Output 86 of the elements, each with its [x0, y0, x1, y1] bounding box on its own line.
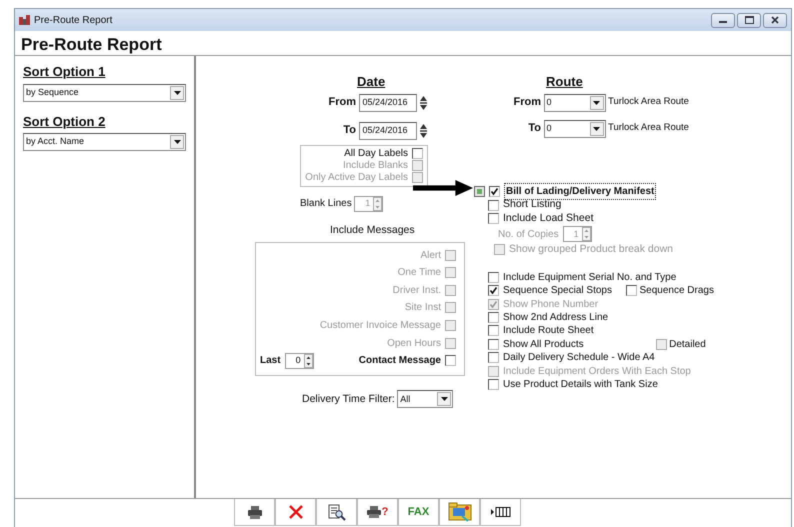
checkbox[interactable]	[626, 285, 637, 296]
checkbox-label: Detailed	[669, 338, 706, 352]
app-icon	[19, 15, 30, 25]
checkbox-label: Short Listing	[503, 197, 562, 212]
checkbox-label: Show 2nd Address Line	[503, 311, 608, 326]
checkbox[interactable]	[488, 352, 499, 364]
field-label: No. of Copies	[498, 228, 559, 242]
checkbox[interactable]	[488, 213, 499, 224]
checkbox-label: Include Equipment Orders With Each Stop	[503, 364, 691, 379]
checkbox-label: Use Product Details with Tank Size	[503, 378, 658, 392]
checkbox-label: Bill of Lading/Delivery Manifest	[504, 182, 656, 200]
route-name: Turlock Area Route	[608, 95, 689, 110]
checkbox[interactable]	[488, 325, 499, 336]
document-magnifier-icon	[328, 504, 346, 520]
checkbox[interactable]	[488, 312, 499, 324]
report-heading: Pre-Route Report	[20, 34, 163, 55]
checkbox-label: Alert	[420, 248, 441, 263]
route-dropdown[interactable]: 0	[544, 120, 606, 138]
columns-icon	[490, 507, 510, 517]
checkbox-label: Contact Message	[358, 354, 441, 368]
checkbox[interactable]	[488, 285, 499, 296]
sort-option-label: Sort Option 1	[23, 63, 106, 81]
checkbox[interactable]	[488, 338, 499, 350]
close-button[interactable]	[763, 12, 787, 28]
fax-button[interactable]: FAX	[398, 499, 439, 526]
pointer-arrow	[413, 180, 473, 196]
checkbox[interactable]	[489, 186, 500, 196]
minimize-button[interactable]	[711, 12, 735, 28]
checkbox-label: Driver Inst.	[392, 284, 441, 298]
field-label: Delivery Time Filter:	[302, 392, 395, 407]
checkbox-label: Include Route Sheet	[503, 324, 594, 338]
field-label: From	[512, 95, 541, 110]
report-icon[interactable]	[474, 186, 485, 196]
printer-icon	[246, 506, 262, 518]
preview-button[interactable]	[316, 499, 357, 526]
route-name: Turlock Area Route	[608, 121, 689, 136]
field-label: Last	[260, 354, 281, 368]
checkbox-label: Customer Invoice Message	[320, 318, 441, 333]
close-icon	[288, 505, 302, 519]
cancel-button[interactable]	[275, 499, 316, 526]
section-label: Include Messages	[330, 222, 415, 238]
date-field[interactable]: 05/24/2016	[358, 122, 416, 140]
checkbox-label: Show All Products	[503, 338, 584, 352]
print-help-button[interactable]: ?	[357, 499, 398, 526]
checkbox[interactable]	[488, 200, 499, 211]
printer-icon	[366, 506, 381, 518]
checkbox[interactable]	[488, 378, 499, 390]
checkbox-label: All Day Labels	[344, 147, 408, 160]
print-button[interactable]	[234, 499, 275, 526]
folder-icon	[448, 502, 472, 522]
spin-arrows-icon[interactable]	[419, 94, 428, 110]
checkbox[interactable]	[412, 148, 423, 159]
sort-option-label: Sort Option 2	[23, 112, 106, 131]
checkbox[interactable]	[445, 355, 456, 366]
checkbox-label: One Time	[398, 266, 441, 280]
checkbox[interactable]	[488, 272, 499, 283]
transfer-button[interactable]	[439, 499, 480, 526]
checkbox-label: Show grouped Product break down	[509, 242, 674, 258]
filter-dropdown[interactable]: All	[397, 390, 454, 408]
maximize-icon	[744, 16, 754, 24]
checkbox-label: Open Hours	[387, 336, 441, 351]
field-label: To	[343, 123, 356, 138]
section-heading: Date	[357, 73, 386, 91]
number-spinner[interactable]: 0	[284, 352, 314, 369]
checkbox-label: Daily Delivery Schedule - Wide A4	[503, 351, 655, 366]
checkbox-label: Site Inst	[404, 301, 441, 316]
field-label: To	[527, 121, 541, 136]
close-icon	[771, 16, 779, 24]
maximize-button[interactable]	[737, 12, 761, 28]
checkbox-label: Include Blanks	[342, 159, 408, 172]
checkbox-label: Sequence Drags	[639, 284, 714, 298]
sort-dropdown[interactable]: by Sequence	[23, 84, 186, 102]
section-heading: Route	[546, 73, 583, 91]
route-dropdown[interactable]: 0	[544, 94, 606, 112]
date-field[interactable]: 05/24/2016	[358, 94, 416, 112]
checkbox-label: Include Equipment Serial No. and Type	[503, 270, 676, 285]
columns-button[interactable]	[480, 499, 521, 526]
sort-dropdown[interactable]: by Acct. Name	[23, 133, 186, 151]
field-label: From	[328, 95, 356, 110]
field-label: Blank Lines	[300, 197, 352, 211]
checkbox-label: Only Active Day Labels	[305, 171, 408, 185]
spin-arrows-icon[interactable]	[419, 122, 428, 138]
checkbox-label: Include Load Sheet	[503, 210, 594, 226]
checkbox-label: Sequence Special Stops	[503, 284, 612, 298]
window-title: Pre-Route Report	[34, 14, 112, 28]
checkbox-label: Show Phone Number	[503, 298, 598, 312]
